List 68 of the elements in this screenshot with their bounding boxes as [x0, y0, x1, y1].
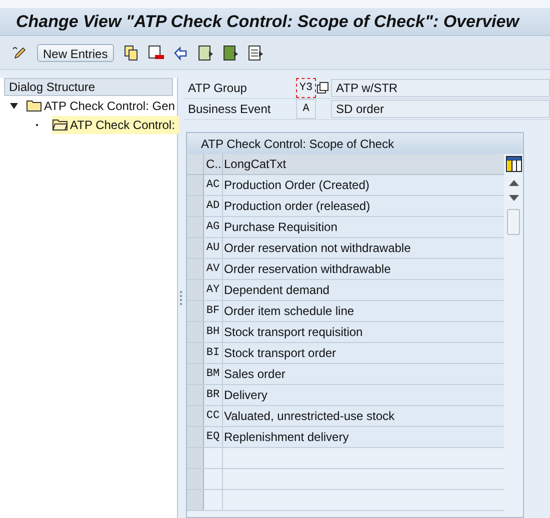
code-field[interactable]: A [296, 99, 316, 119]
table-cell: Order reservation withdrawable [223, 259, 504, 279]
scroll-thumb[interactable] [507, 209, 520, 235]
table-cell: Delivery [223, 385, 504, 405]
table-cell: AV [204, 259, 223, 279]
scroll-down-icon[interactable] [508, 195, 518, 201]
row-selector[interactable] [187, 427, 204, 447]
expand-triangle-icon[interactable] [10, 102, 18, 110]
row-selector[interactable] [187, 490, 204, 510]
table-cell: AD [204, 196, 223, 216]
table-cell: Production order (released) [223, 196, 504, 216]
tree-item[interactable]: ATP Check Control: [52, 116, 179, 134]
table-cell: EQ [204, 427, 223, 447]
row-selector[interactable] [187, 259, 204, 279]
row-selector[interactable] [187, 280, 204, 300]
table-title: ATP Check Control: Scope of Check [201, 136, 394, 152]
panel-title: Dialog Structure [9, 79, 96, 96]
table-cell: AC [204, 175, 223, 195]
description-field: SD order [331, 100, 550, 118]
row-selector[interactable] [187, 385, 204, 405]
table-cell: BI [204, 343, 223, 363]
tree-item[interactable]: ATP Check Control: Gen [26, 96, 179, 114]
code-field[interactable]: Y3 [296, 78, 316, 98]
row-selector[interactable] [187, 196, 204, 216]
table-cell: Sales order [223, 364, 504, 384]
row-selector[interactable] [187, 175, 204, 195]
pencil-icon[interactable] [12, 44, 28, 60]
row-selector[interactable] [187, 448, 204, 468]
table-cell: BR [204, 385, 223, 405]
row-selector[interactable] [187, 406, 204, 426]
copy-icon[interactable] [122, 44, 139, 60]
row-selector[interactable] [187, 343, 204, 363]
table-cell: BM [204, 364, 223, 384]
open-folder-icon [52, 118, 68, 131]
delete-row-icon[interactable] [148, 44, 164, 60]
new-entries-button[interactable]: New Entries [37, 44, 114, 62]
splitter-handle-icon[interactable] [180, 291, 182, 305]
row-selector[interactable] [187, 322, 204, 342]
table-cell: AU [204, 238, 223, 258]
folder-icon [26, 99, 42, 112]
table-cell: AY [204, 280, 223, 300]
table-cell: AG [204, 217, 223, 237]
table-cell: Stock transport order [223, 343, 504, 363]
column-header[interactable]: C.. [204, 154, 223, 174]
column-header[interactable]: LongCatTxt [223, 154, 504, 174]
row-selector[interactable] [187, 469, 204, 489]
value-help-icon[interactable] [317, 82, 329, 94]
table-cell: Purchase Requisition [223, 217, 504, 237]
field-label: Business Event [187, 101, 272, 118]
table-cell: Order item schedule line [223, 301, 504, 321]
table-cell: Production Order (Created) [223, 175, 504, 195]
window-title: Change View "ATP Check Control: Scope of Check": Overview [16, 10, 519, 33]
field-label: ATP Group [187, 80, 248, 97]
row-selector[interactable] [187, 217, 204, 237]
table-cell: BH [204, 322, 223, 342]
table-cell: Valuated, unrestricted-use stock [223, 406, 504, 426]
table-cell: Order reservation not withdrawable [223, 238, 504, 258]
row-selector[interactable] [187, 364, 204, 384]
table-cell: Stock transport requisition [223, 322, 504, 342]
table-cell: Dependent demand [223, 280, 504, 300]
description-field: ATP w/STR [331, 79, 550, 97]
table-cell: CC [204, 406, 223, 426]
column-settings-icon[interactable] [506, 156, 522, 172]
scroll-up-icon[interactable] [508, 180, 518, 186]
table-cell: BF [204, 301, 223, 321]
row-selector[interactable] [187, 238, 204, 258]
table-cell: Replenishment delivery [223, 427, 504, 447]
row-selector[interactable] [187, 301, 204, 321]
